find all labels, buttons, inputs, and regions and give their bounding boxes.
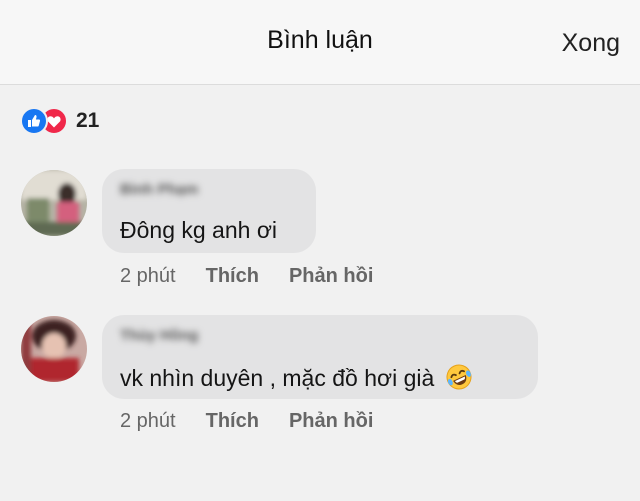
comment-text: vk nhìn duyên , mặc đồ hơi già — [120, 363, 473, 397]
comment-actions: 2 phút Thích Phản hồi — [120, 410, 403, 433]
done-button[interactable]: Xong — [562, 29, 620, 58]
comment-author[interactable]: Thùy Hồng — [120, 327, 198, 344]
comment-text: Đông kg anh ơi — [120, 217, 278, 243]
comment-text-content: vk nhìn duyên , mặc đồ hơi già — [120, 365, 435, 392]
comment-author[interactable]: Bình Phạm — [120, 181, 198, 198]
reply-button[interactable]: Phản hồi — [289, 410, 373, 433]
like-button[interactable]: Thích — [206, 410, 259, 433]
reaction-count: 21 — [76, 109, 100, 132]
avatar[interactable] — [21, 170, 87, 236]
comment-time: 2 phút — [120, 410, 176, 432]
comment-actions: 2 phút Thích Phản hồi — [120, 265, 403, 288]
reply-button[interactable]: Phản hồi — [289, 265, 373, 288]
comment-bubble[interactable]: Bình Phạm Đông kg anh ơi — [102, 169, 316, 253]
reaction-summary[interactable]: 21 — [20, 106, 99, 136]
avatar[interactable] — [21, 316, 87, 382]
comment-bubble[interactable]: Thùy Hồng vk nhìn duyên , mặc đồ hơi già — [102, 315, 538, 399]
comment-time: 2 phút — [120, 265, 176, 287]
like-icon — [20, 107, 48, 135]
page-title: Bình luận — [267, 26, 373, 54]
rolling-laughing-emoji-icon — [445, 363, 473, 397]
header-bar: Bình luận Xong — [0, 0, 640, 85]
like-button[interactable]: Thích — [206, 265, 259, 288]
